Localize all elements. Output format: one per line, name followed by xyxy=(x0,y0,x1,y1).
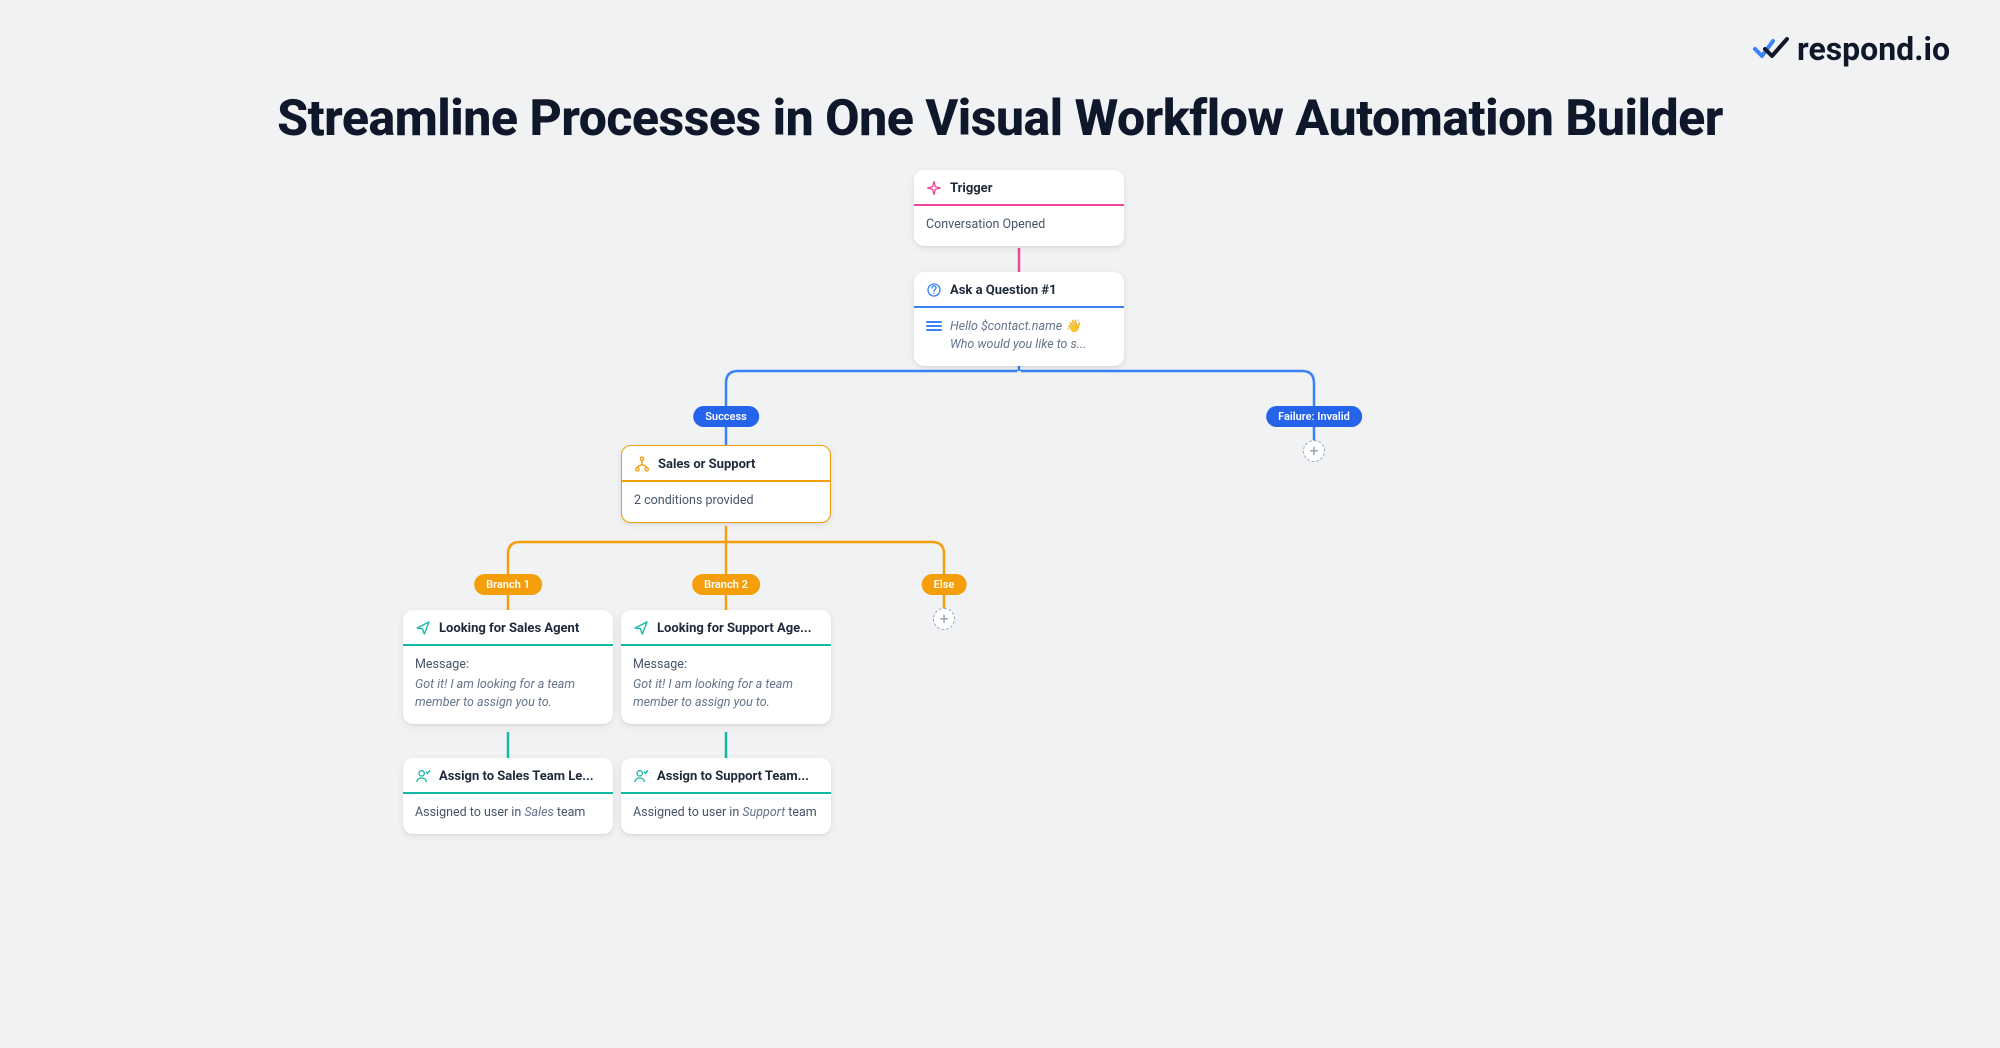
send-icon xyxy=(633,620,649,636)
pill-success[interactable]: Success xyxy=(693,406,759,427)
node-condition-sales-support[interactable]: Sales or Support 2 conditions provided xyxy=(621,445,831,523)
brand-name: respond.io xyxy=(1797,30,1950,68)
message-label: Message: xyxy=(415,656,601,674)
branch-icon xyxy=(634,456,650,472)
pill-else[interactable]: Else xyxy=(922,574,967,595)
node-assign-support[interactable]: Assign to Support Team... Assigned to us… xyxy=(621,758,831,834)
node-title: Looking for Sales Agent xyxy=(439,621,579,636)
brand-logo: respond.io xyxy=(1753,30,1950,68)
send-icon xyxy=(415,620,431,636)
node-assign-sales[interactable]: Assign to Sales Team Le... Assigned to u… xyxy=(403,758,613,834)
node-body: 2 conditions provided xyxy=(622,482,830,522)
connector-success-condition xyxy=(724,424,728,446)
pill-branch2[interactable]: Branch 2 xyxy=(692,574,760,595)
node-body: Assigned to user in Sales team xyxy=(403,794,613,834)
node-title: Looking for Support Age... xyxy=(657,621,811,636)
trigger-icon xyxy=(926,180,942,196)
question-line2: Who would you like to s... xyxy=(950,336,1086,354)
assign-user-icon xyxy=(415,768,431,784)
connector-support-assign xyxy=(724,732,728,760)
assign-user-icon xyxy=(633,768,649,784)
page-title: Streamline Processes in One Visual Workf… xyxy=(0,90,2000,148)
connector-question-split-cover xyxy=(1017,371,1021,413)
question-icon xyxy=(926,282,942,298)
message-text: Got it! I am looking for a team member t… xyxy=(633,676,819,712)
node-title: Assign to Sales Team Le... xyxy=(439,769,594,784)
message-label: Message: xyxy=(633,656,819,674)
node-ask-question[interactable]: Ask a Question #1 Hello $contact.name 👋 … xyxy=(914,272,1124,366)
connector-branch1-sales xyxy=(506,592,510,612)
node-trigger[interactable]: Trigger Conversation Opened xyxy=(914,170,1124,246)
list-icon xyxy=(926,318,942,334)
question-line1: Hello $contact.name 👋 xyxy=(950,318,1086,336)
node-title: Trigger xyxy=(950,181,992,196)
pill-branch1[interactable]: Branch 1 xyxy=(474,574,542,595)
pill-failure[interactable]: Failure: Invalid xyxy=(1266,406,1362,427)
connector-sales-assign xyxy=(506,732,510,760)
add-node-else[interactable]: + xyxy=(933,608,955,630)
connector-trigger-question xyxy=(1017,248,1021,274)
logo-checkmark-icon xyxy=(1753,37,1789,61)
message-text: Got it! I am looking for a team member t… xyxy=(415,676,601,712)
node-looking-support-agent[interactable]: Looking for Support Age... Message: Got … xyxy=(621,610,831,724)
connector-branch2-support xyxy=(724,592,728,612)
node-title: Sales or Support xyxy=(658,457,755,472)
node-body: Assigned to user in Support team xyxy=(621,794,831,834)
node-title: Ask a Question #1 xyxy=(950,283,1057,298)
node-title: Assign to Support Team... xyxy=(657,769,809,784)
workflow-canvas[interactable]: Trigger Conversation Opened Ask a Questi… xyxy=(0,170,2000,1048)
node-looking-sales-agent[interactable]: Looking for Sales Agent Message: Got it!… xyxy=(403,610,613,724)
add-node-failure[interactable]: + xyxy=(1303,440,1325,462)
node-body: Conversation Opened xyxy=(914,206,1124,246)
